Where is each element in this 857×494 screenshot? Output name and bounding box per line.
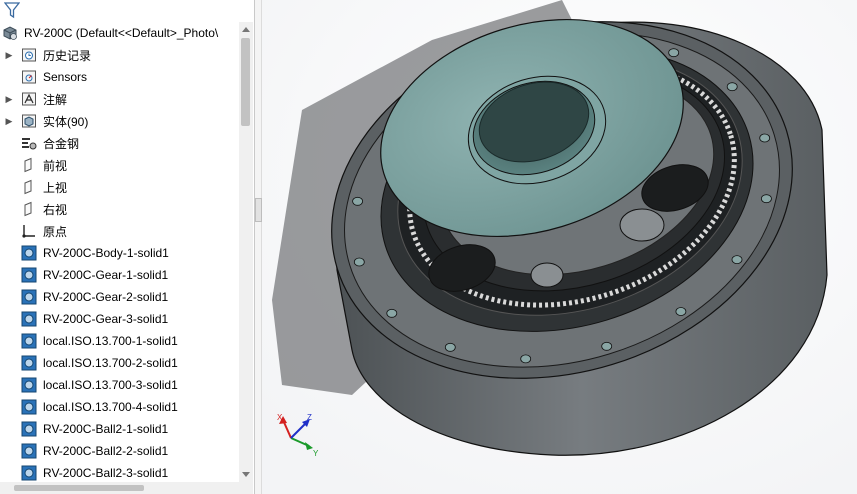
- triad-x-label: X: [277, 413, 283, 422]
- tree-item[interactable]: RV-200C-Ball2-3-solid1: [0, 462, 240, 484]
- tree-item-label: RV-200C-Gear-1-solid1: [43, 268, 169, 282]
- expand-arrow-icon[interactable]: ▶: [2, 94, 16, 105]
- filter-icon[interactable]: [4, 1, 20, 19]
- tree-item-label: Sensors: [43, 70, 88, 84]
- solid-body-icon: [20, 332, 38, 350]
- solid-body-icon: [20, 398, 38, 416]
- feature-manager-tree: RV-200C (Default<<Default>_Photo\ ▶ 历史记录 S…: [0, 0, 255, 494]
- bolt-hole: [668, 48, 680, 58]
- bolt-hole: [353, 257, 365, 267]
- tree-item-label: 前视: [43, 158, 68, 173]
- expand-arrow-icon[interactable]: ▶: [2, 50, 16, 61]
- scrollbar-thumb[interactable]: [14, 485, 144, 491]
- solid-body-icon: [20, 244, 38, 262]
- tree-item-label: RV-200C-Ball2-2-solid1: [43, 444, 169, 458]
- solid-body-icon: [20, 376, 38, 394]
- bolt-hole: [352, 196, 363, 206]
- origin-icon: [20, 222, 38, 240]
- plane-icon: [20, 200, 38, 218]
- panel-splitter[interactable]: [255, 0, 262, 494]
- plane-icon: [20, 156, 38, 174]
- tree-item[interactable]: 合金钢: [0, 132, 240, 154]
- expand-arrow-icon[interactable]: ▶: [2, 116, 16, 127]
- scroll-down-arrow-icon[interactable]: [242, 472, 250, 477]
- tree-item-label: RV-200C-Gear-3-solid1: [43, 312, 169, 326]
- tree-item[interactable]: 原点: [0, 220, 240, 242]
- tree-item-label: 注解: [43, 92, 68, 107]
- solid-body-icon: [20, 442, 38, 460]
- bolt-hole: [444, 342, 456, 352]
- scroll-up-arrow-icon[interactable]: [242, 27, 250, 32]
- bolt-hole: [386, 308, 398, 318]
- tree-item[interactable]: 前视: [0, 154, 240, 176]
- solid-body-icon: [20, 310, 38, 328]
- tree-item-label: 实体(90): [43, 114, 89, 129]
- tree-item[interactable]: RV-200C-Ball2-1-solid1: [0, 418, 240, 440]
- triad-y-label: Y: [313, 449, 319, 458]
- material-icon: [20, 134, 38, 152]
- tree-item[interactable]: local.ISO.13.700-4-solid1: [0, 396, 240, 418]
- solid-body-icon: [20, 420, 38, 438]
- tree-item[interactable]: RV-200C-Gear-1-solid1: [0, 264, 240, 286]
- tree-item-label: local.ISO.13.700-1-solid1: [43, 334, 178, 348]
- tree-item[interactable]: local.ISO.13.700-3-solid1: [0, 374, 240, 396]
- tree-item[interactable]: RV-200C-Gear-2-solid1: [0, 286, 240, 308]
- triad-z-label: Z: [307, 413, 312, 422]
- tree-item[interactable]: ▶ 实体(90): [0, 110, 240, 132]
- tree-item-label: local.ISO.13.700-2-solid1: [43, 356, 178, 370]
- tree-item-label: RV-200C-Ball2-3-solid1: [43, 466, 169, 480]
- bolt-hole: [675, 307, 687, 316]
- tree-item-label: local.ISO.13.700-3-solid1: [43, 378, 178, 392]
- tree-item[interactable]: RV-200C-Gear-3-solid1: [0, 308, 240, 330]
- solid-body-icon: [20, 266, 38, 284]
- carrier-pin: [619, 208, 665, 242]
- tree-vertical-scrollbar[interactable]: [239, 22, 253, 482]
- tree-item[interactable]: local.ISO.13.700-2-solid1: [0, 352, 240, 374]
- tree-item[interactable]: RV-200C-Body-1-solid1: [0, 242, 240, 264]
- tree-item-label: RV-200C-Body-1-solid1: [43, 246, 169, 260]
- history-folder-icon: [20, 46, 38, 64]
- tree-item[interactable]: ▶ 历史记录: [0, 44, 240, 66]
- tree-item-label: 上视: [43, 180, 68, 195]
- bolt-hole: [760, 194, 772, 204]
- tree-root-part[interactable]: RV-200C (Default<<Default>_Photo\: [0, 22, 240, 44]
- tree-item[interactable]: Sensors: [0, 66, 240, 88]
- tree-item[interactable]: ▶ 注解: [0, 88, 240, 110]
- sensors-icon: [20, 68, 38, 86]
- tree-item-label: RV-200C-Gear-2-solid1: [43, 290, 169, 304]
- bolt-hole: [731, 255, 743, 265]
- solid-bodies-folder-icon: [20, 112, 38, 130]
- bolt-hole: [601, 341, 613, 351]
- tree-horizontal-scrollbar[interactable]: [0, 482, 253, 494]
- collapse-panel-handle[interactable]: [255, 198, 262, 222]
- solid-body-icon: [20, 354, 38, 372]
- tree-item[interactable]: 上视: [0, 176, 240, 198]
- part-icon: [1, 24, 19, 42]
- tree-item[interactable]: local.ISO.13.700-1-solid1: [0, 330, 240, 352]
- solid-body-icon: [20, 464, 38, 482]
- tree-item-label: RV-200C-Ball2-1-solid1: [43, 422, 169, 436]
- tree-item[interactable]: RV-200C-Ball2-2-solid1: [0, 440, 240, 462]
- tree-item[interactable]: 右视: [0, 198, 240, 220]
- plane-icon: [20, 178, 38, 196]
- annotations-icon: [20, 90, 38, 108]
- bolt-hole: [726, 82, 738, 92]
- bolt-hole: [520, 354, 532, 364]
- solid-body-icon: [20, 288, 38, 306]
- tree-item-label: 原点: [43, 224, 68, 239]
- tree-item-label: local.ISO.13.700-4-solid1: [43, 400, 178, 414]
- tree-item-label: 合金钢: [43, 136, 80, 151]
- tree-item-label: 历史记录: [43, 48, 92, 63]
- carrier-pin: [530, 262, 564, 288]
- scrollbar-thumb[interactable]: [241, 38, 250, 126]
- tree-item-label: 右视: [43, 202, 68, 217]
- bolt-hole: [759, 133, 771, 143]
- tree-root-label: RV-200C (Default<<Default>_Photo\: [24, 26, 219, 40]
- graphics-viewport[interactable]: X Z Y: [262, 0, 857, 494]
